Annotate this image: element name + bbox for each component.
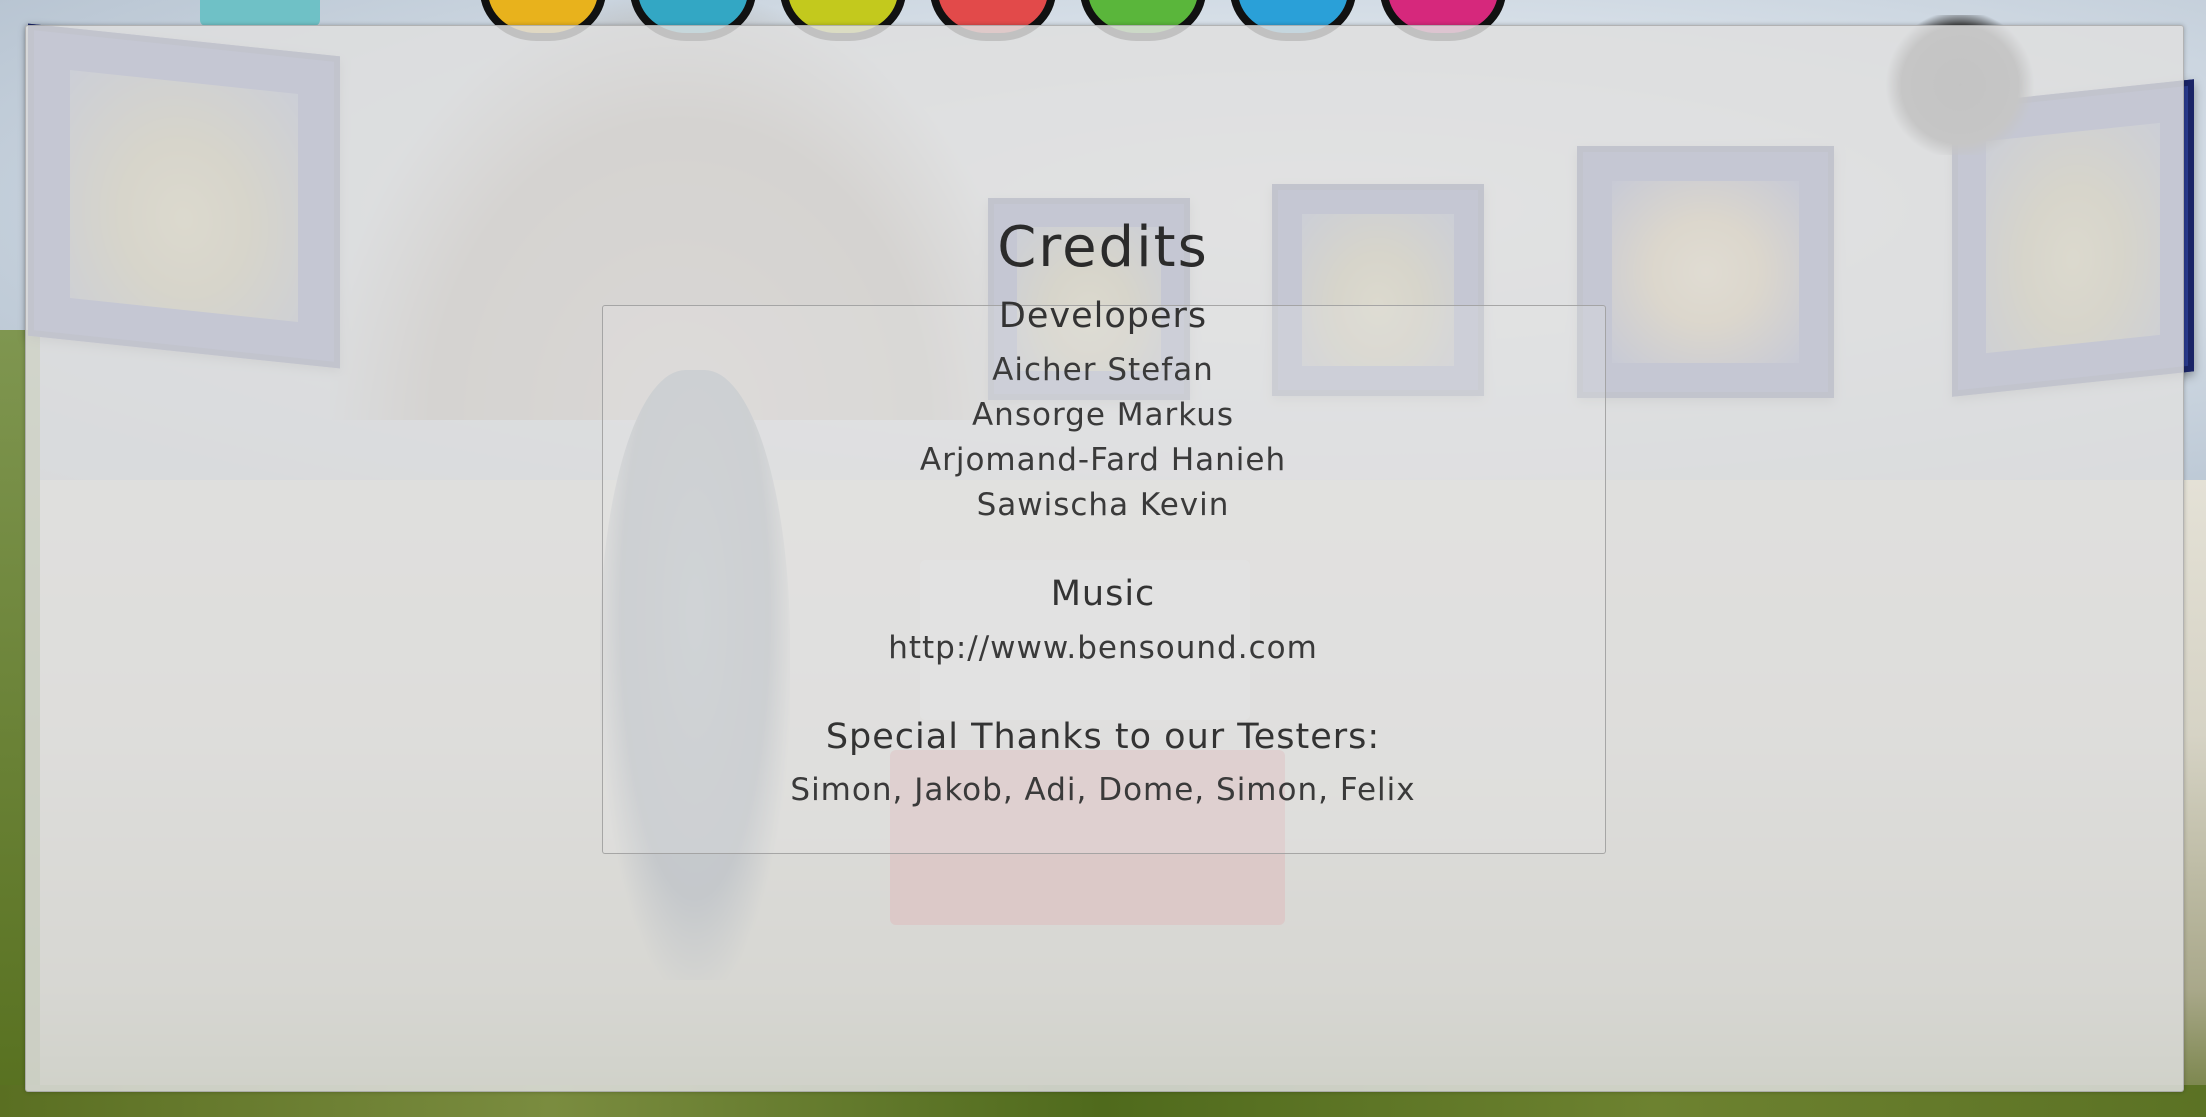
testers-list: Simon, Jakob, Adi, Dome, Simon, Felix	[790, 772, 1416, 808]
game-title-logo	[480, 0, 1780, 41]
developer-name: Sawischa Kevin	[976, 487, 1230, 523]
testers-heading: Special Thanks to our Testers:	[825, 717, 1381, 757]
developer-name: Aicher Stefan	[992, 352, 1214, 388]
developers-heading: Developers	[998, 296, 1208, 336]
credits-title: Credits	[997, 215, 1209, 280]
developer-name: Arjomand-Fard Hanieh	[919, 442, 1287, 478]
music-link: http://www.bensound.com	[888, 630, 1318, 666]
developer-name: Ansorge Markus	[971, 397, 1235, 433]
music-heading: Music	[1050, 574, 1156, 614]
sign-board	[200, 0, 320, 26]
